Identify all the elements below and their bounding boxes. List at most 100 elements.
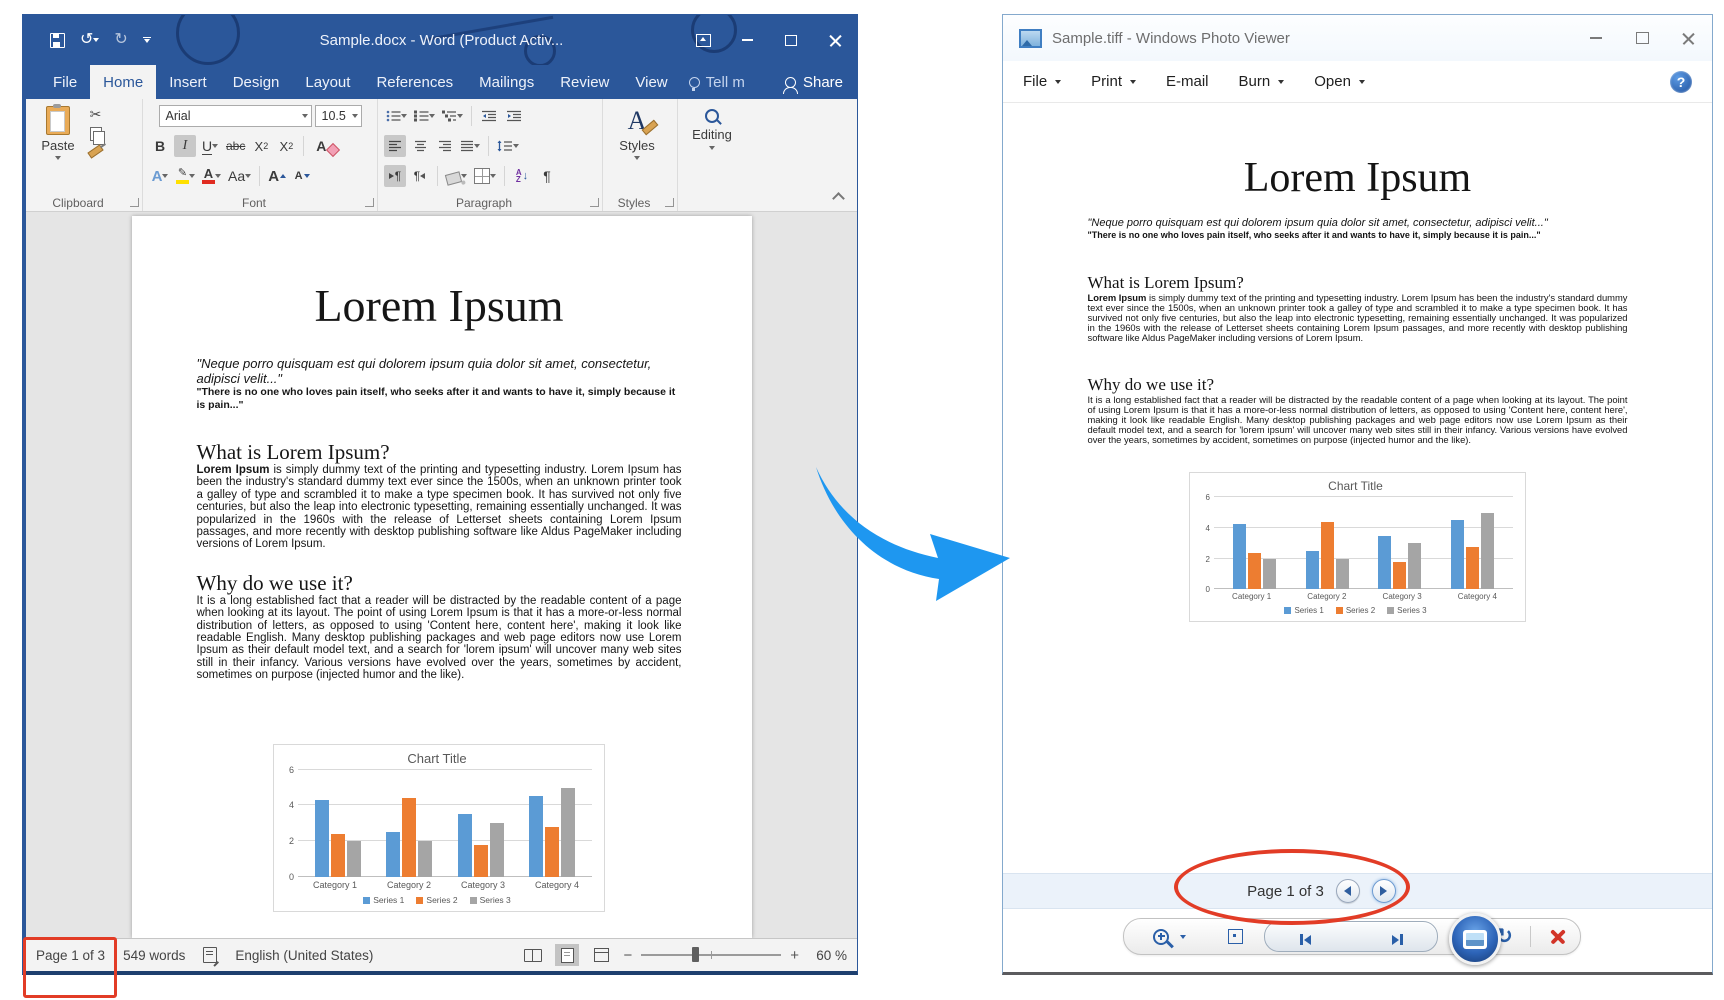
line-spacing-button[interactable] bbox=[495, 135, 521, 157]
proofing-errors-icon[interactable] bbox=[203, 947, 217, 963]
delete-button[interactable] bbox=[1542, 919, 1574, 954]
subscript-button[interactable]: X2 bbox=[250, 135, 272, 157]
menu-print[interactable]: Print bbox=[1091, 73, 1136, 90]
styles-label: Styles bbox=[619, 138, 654, 153]
web-layout-button[interactable] bbox=[589, 944, 613, 966]
styles-button[interactable]: A Styles bbox=[609, 103, 665, 195]
tab-references[interactable]: References bbox=[363, 65, 466, 99]
text-effects-a: A bbox=[152, 168, 163, 185]
chart-bar bbox=[418, 841, 432, 877]
show-hide-pilcrow-button[interactable]: ¶ bbox=[536, 165, 558, 187]
copy-icon[interactable] bbox=[90, 127, 102, 141]
ltr-text-direction-button[interactable]: ¶ bbox=[384, 165, 406, 187]
tab-mailings[interactable]: Mailings bbox=[466, 65, 547, 99]
format-painter-icon[interactable] bbox=[87, 144, 103, 158]
minimize-button[interactable] bbox=[1588, 30, 1604, 46]
zoom-dropdown[interactable] bbox=[1176, 919, 1190, 954]
bullets-button[interactable] bbox=[384, 105, 409, 127]
change-case-button[interactable]: Aa bbox=[226, 165, 253, 187]
next-image-button[interactable] bbox=[1379, 922, 1415, 957]
close-button[interactable] bbox=[1680, 30, 1696, 46]
actual-size-button[interactable] bbox=[1220, 919, 1250, 954]
numbering-button[interactable] bbox=[412, 105, 437, 127]
tab-file[interactable]: File bbox=[40, 65, 90, 99]
read-mode-button[interactable] bbox=[521, 944, 545, 966]
styles-dialog-launcher[interactable] bbox=[665, 198, 674, 207]
menu-burn[interactable]: Burn bbox=[1239, 73, 1285, 90]
language-indicator[interactable]: English (United States) bbox=[235, 948, 373, 963]
ribbon-tabs: File Home Insert Design Layout Reference… bbox=[26, 65, 857, 99]
maximize-button[interactable] bbox=[769, 15, 813, 65]
paste-button[interactable]: Paste bbox=[32, 103, 84, 195]
tell-me-box[interactable]: Tell m bbox=[681, 65, 753, 99]
text-effects-button[interactable]: A bbox=[149, 165, 171, 187]
share-button[interactable]: Share bbox=[771, 65, 857, 99]
multilevel-list-button[interactable] bbox=[440, 105, 465, 127]
sort-button[interactable]: AZ↓ bbox=[511, 165, 533, 187]
italic-button[interactable]: I bbox=[174, 135, 196, 157]
zoom-in-button[interactable]: + bbox=[790, 947, 799, 964]
tab-view[interactable]: View bbox=[622, 65, 680, 99]
tab-design[interactable]: Design bbox=[220, 65, 293, 99]
justify-button[interactable] bbox=[459, 135, 482, 157]
word-count[interactable]: 549 words bbox=[123, 948, 185, 963]
align-left-button[interactable] bbox=[384, 135, 406, 157]
previous-image-button[interactable] bbox=[1287, 922, 1323, 957]
font-size-combobox[interactable]: 10.5 bbox=[315, 105, 362, 127]
customize-qat-button[interactable] bbox=[143, 37, 151, 44]
chart-bar-group bbox=[458, 770, 504, 877]
paragraph-dialog-launcher[interactable] bbox=[590, 198, 599, 207]
tab-insert[interactable]: Insert bbox=[156, 65, 220, 99]
font-color-button[interactable]: A bbox=[200, 165, 223, 187]
align-center-button[interactable] bbox=[409, 135, 431, 157]
zoom-percentage[interactable]: 60 % bbox=[809, 948, 847, 963]
strikethrough-button[interactable]: abc bbox=[224, 135, 247, 157]
zoom-slider[interactable] bbox=[641, 954, 781, 956]
redo-icon[interactable]: ↻ bbox=[114, 32, 127, 48]
menu-email[interactable]: E-mail bbox=[1166, 73, 1209, 90]
zoom-slider-thumb[interactable] bbox=[692, 947, 699, 962]
font-name-combobox[interactable]: Arial bbox=[159, 105, 312, 127]
tab-home[interactable]: Home bbox=[90, 65, 156, 99]
increase-indent-button[interactable] bbox=[503, 105, 525, 127]
bold-button[interactable]: B bbox=[149, 135, 171, 157]
shrink-font-button[interactable]: A bbox=[291, 165, 313, 187]
superscript-button[interactable]: X2 bbox=[275, 135, 297, 157]
menu-file[interactable]: File bbox=[1023, 73, 1061, 90]
align-right-button[interactable] bbox=[434, 135, 456, 157]
clear-formatting-button[interactable]: A bbox=[310, 135, 332, 157]
decrease-indent-button[interactable] bbox=[478, 105, 500, 127]
rtl-text-direction-button[interactable]: ¶ bbox=[409, 165, 431, 187]
zoom-out-button[interactable]: − bbox=[623, 947, 632, 964]
clipboard-dialog-launcher[interactable] bbox=[130, 198, 139, 207]
styles-icon: A bbox=[628, 107, 647, 135]
close-button[interactable] bbox=[813, 15, 857, 65]
font-size-value: 10.5 bbox=[322, 109, 346, 123]
quick-access-toolbar: ↺ ↻ bbox=[50, 31, 151, 49]
font-dialog-launcher[interactable] bbox=[365, 198, 374, 207]
help-button[interactable]: ? bbox=[1670, 71, 1692, 93]
grow-font-button[interactable]: A bbox=[266, 165, 288, 187]
editing-button[interactable]: Editing bbox=[684, 103, 740, 195]
borders-button[interactable] bbox=[472, 165, 498, 187]
menu-open[interactable]: Open bbox=[1314, 73, 1365, 90]
divider bbox=[437, 166, 438, 186]
chart-bar bbox=[490, 823, 504, 877]
print-layout-button[interactable] bbox=[555, 944, 579, 966]
increase-indent-icon bbox=[507, 110, 522, 122]
ribbon-display-options-button[interactable] bbox=[681, 15, 725, 65]
zoom-tool-button[interactable] bbox=[1146, 919, 1176, 954]
undo-button[interactable]: ↺ bbox=[80, 31, 99, 49]
minimize-button[interactable] bbox=[725, 15, 769, 65]
play-slideshow-button[interactable] bbox=[1449, 913, 1501, 965]
cut-icon[interactable]: ✂ bbox=[90, 108, 102, 120]
highlight-button[interactable]: ✎ bbox=[174, 165, 197, 187]
tab-review[interactable]: Review bbox=[547, 65, 622, 99]
underline-button[interactable]: U bbox=[199, 135, 221, 157]
collapse-ribbon-button[interactable] bbox=[832, 192, 845, 205]
shading-button[interactable] bbox=[444, 165, 469, 187]
save-icon[interactable] bbox=[50, 33, 65, 48]
maximize-button[interactable] bbox=[1634, 30, 1650, 46]
document-page[interactable]: Lorem Ipsum "Neque porro quisquam est qu… bbox=[132, 216, 752, 938]
tab-layout[interactable]: Layout bbox=[292, 65, 363, 99]
